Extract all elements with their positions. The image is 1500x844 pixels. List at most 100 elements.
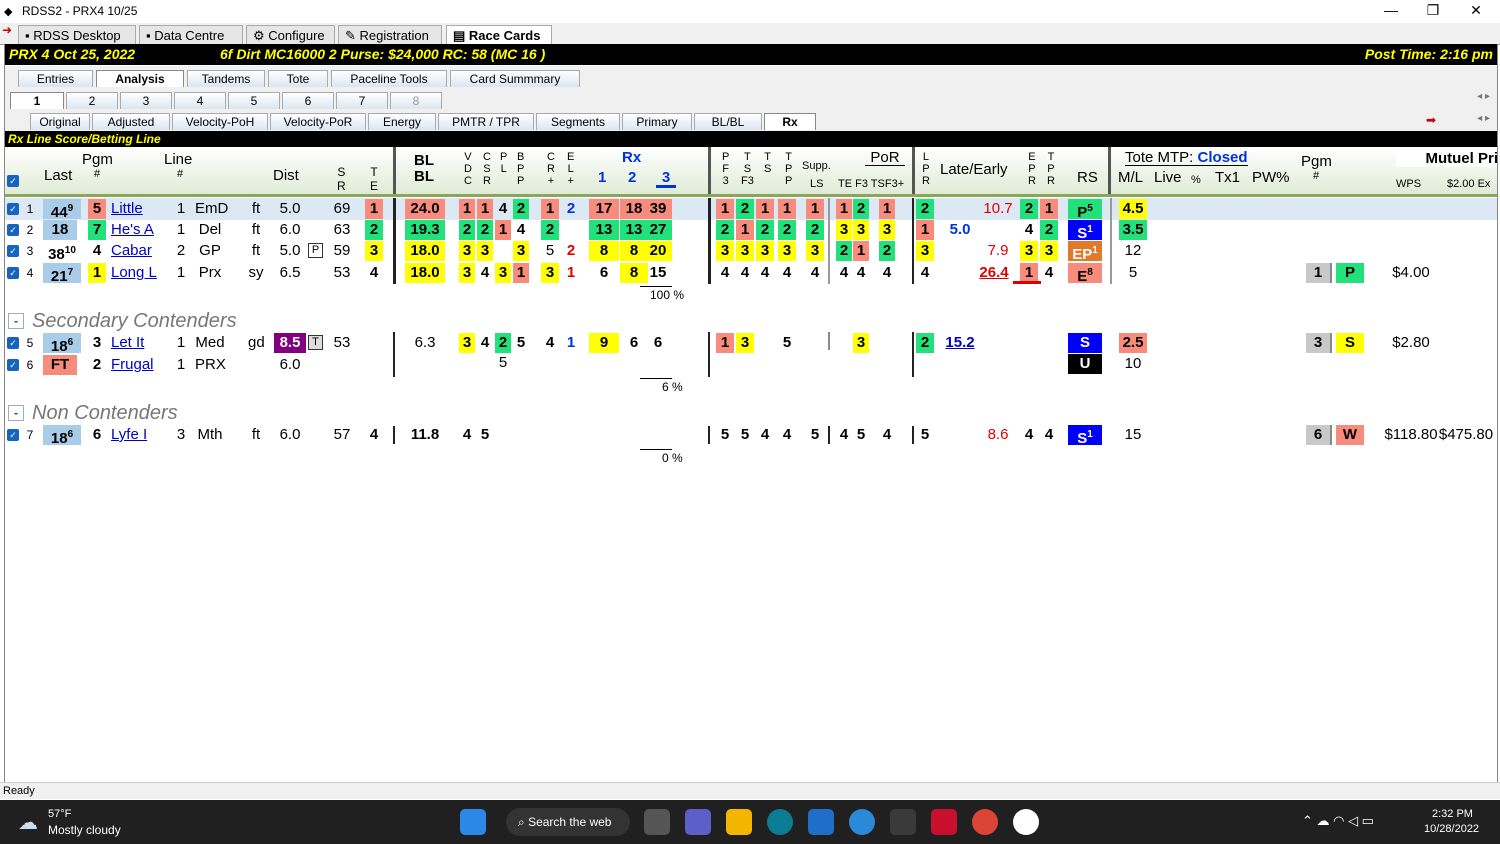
cell-finish-pos: 1	[1306, 263, 1330, 283]
tab-tandems[interactable]: Tandems	[187, 70, 265, 87]
back-arrow-icon[interactable]: ➜	[2, 23, 12, 37]
horse-name-link[interactable]: Cabar	[111, 241, 152, 261]
tab-entries[interactable]: Entries	[18, 70, 93, 87]
column-divider	[393, 426, 395, 444]
tab-data-centre[interactable]: ▪ Data Centre	[139, 25, 243, 45]
horse-name-link[interactable]: Long L	[111, 263, 157, 283]
horse-name-link[interactable]: Let It	[111, 333, 144, 353]
tab-tote[interactable]: Tote	[268, 70, 328, 87]
collapse-non-contenders-button[interactable]: -	[8, 405, 24, 421]
tab-race-1[interactable]: 1	[10, 92, 64, 109]
cell-ptsf: 3	[879, 220, 895, 240]
analysis-subtab-row: Original Adjusted Velocity-PoH Velocity-…	[4, 110, 1498, 131]
pct-line	[640, 449, 672, 450]
cell-tsf3: 1	[736, 220, 754, 240]
tab-segments[interactable]: Segments	[536, 113, 620, 130]
cell-tpp: 3	[778, 241, 796, 261]
hdr-por-sub: TE F3 TSF3+	[838, 178, 905, 190]
tab-original[interactable]: Original	[30, 113, 90, 130]
hdr-lpr: L P R	[922, 151, 930, 187]
search-box[interactable]: ⌕ Search the web	[506, 808, 630, 836]
horse-name-link[interactable]: Little	[111, 199, 143, 219]
app-tab-bar: ➜ ▪ RDSS Desktop ▪ Data Centre ⚙ Configu…	[0, 23, 1500, 46]
tab-pmtr-tpr[interactable]: PMTR / TPR	[438, 113, 534, 130]
minimize-button[interactable]: —	[1370, 0, 1412, 20]
row-checkbox[interactable]: ✓	[7, 429, 19, 441]
select-all-checkbox[interactable]: ✓	[7, 175, 19, 187]
file-explorer-icon[interactable]	[726, 809, 752, 835]
tab-rdss-desktop[interactable]: ▪ RDSS Desktop	[18, 25, 136, 45]
tab-race-5[interactable]: 5	[228, 92, 280, 109]
horse-name-link[interactable]: Frugal	[111, 355, 154, 375]
cell-rx3: 27	[644, 220, 672, 240]
row-checkbox[interactable]: ✓	[7, 224, 19, 236]
export-arrow-icon[interactable]: ➡	[1426, 113, 1436, 127]
help-icon[interactable]	[849, 809, 875, 835]
tab-adjusted[interactable]: Adjusted	[92, 113, 170, 130]
tray-icons[interactable]: ⌃ ☁ ◠ ◁ ▭	[1302, 813, 1374, 829]
hdr-pct: %	[1191, 174, 1201, 186]
collapse-secondary-button[interactable]: -	[8, 313, 24, 329]
hdr-last: Last	[44, 167, 73, 184]
cell-vdc: 4	[462, 426, 472, 443]
rs-superscript: 1	[1092, 245, 1098, 256]
tab-race-8[interactable]: 8	[390, 92, 442, 109]
cell-vdc: 1	[459, 199, 475, 219]
chat-icon[interactable]	[685, 809, 711, 835]
row-checkbox[interactable]: ✓	[7, 359, 19, 371]
column-divider	[1330, 263, 1332, 283]
tab-race-4[interactable]: 4	[174, 92, 226, 109]
cell-ts: 1	[756, 199, 774, 219]
cell-payout-ex: $475.80	[1438, 426, 1494, 443]
tab-configure[interactable]: ⚙ Configure	[246, 25, 335, 45]
cell-sr: 53	[333, 264, 351, 281]
section-non-contenders: Non Contenders	[32, 402, 178, 424]
rdss-app-icon[interactable]	[890, 809, 916, 835]
close-button[interactable]: ✕	[1455, 0, 1497, 20]
store-icon[interactable]	[808, 809, 834, 835]
hdr-line: Line	[164, 151, 193, 168]
edge-icon[interactable]	[767, 809, 793, 835]
tab-rx[interactable]: Rx	[764, 113, 816, 130]
tab-paceline-tools[interactable]: Paceline Tools	[331, 70, 447, 87]
horse-name-link[interactable]: Lyfe I	[111, 425, 147, 445]
cell-csr: 2	[477, 220, 493, 240]
tab-analysis[interactable]: Analysis	[96, 70, 184, 87]
tab-primary[interactable]: Primary	[622, 113, 692, 130]
row-checkbox[interactable]: ✓	[7, 245, 19, 257]
maximize-button[interactable]: ❐	[1412, 0, 1454, 20]
tab-blbl[interactable]: BL/BL	[694, 113, 762, 130]
task-view-icon[interactable]	[644, 809, 670, 835]
row-checkbox[interactable]: ✓	[7, 337, 19, 349]
tab-velocity-por[interactable]: Velocity-PoR	[270, 113, 366, 130]
cell-pf3b: 4	[856, 264, 866, 281]
cloud-icon[interactable]: ☁	[18, 810, 38, 835]
chrome-icon[interactable]	[972, 809, 998, 835]
cell-last: 186	[43, 425, 81, 447]
row-checkbox[interactable]: ✓	[7, 203, 19, 215]
scroll-arrows-icon[interactable]: ◂ ▸	[1477, 113, 1490, 124]
tab-race-cards[interactable]: ▤ Race Cards	[446, 25, 552, 46]
tab-card-summary[interactable]: Card Summmary	[450, 70, 580, 87]
mcafee-icon[interactable]	[931, 809, 957, 835]
cell-bl: 19.3	[405, 220, 445, 240]
app-icon[interactable]	[1013, 809, 1039, 835]
tab-race-3[interactable]: 3	[120, 92, 172, 109]
tab-race-2[interactable]: 2	[66, 92, 118, 109]
scroll-arrows-icon[interactable]: ◂ ▸	[1477, 91, 1490, 102]
window-title: RDSS2 - PRX4 10/25	[22, 4, 138, 18]
hdr-pgm-num: #	[94, 168, 101, 180]
row-checkbox[interactable]: ✓	[7, 267, 19, 279]
cell-tpp: 4	[782, 426, 792, 443]
cell-rs: EP1	[1068, 241, 1102, 263]
cell-pf3: 1	[716, 199, 734, 219]
tab-race-7[interactable]: 7	[336, 92, 388, 109]
tab-registration[interactable]: ✎ Registration	[338, 25, 442, 45]
start-icon[interactable]	[460, 809, 486, 835]
tab-energy[interactable]: Energy	[368, 113, 436, 130]
tab-race-6[interactable]: 6	[282, 92, 334, 109]
rs-superscript: 5	[1087, 203, 1093, 214]
tab-velocity-poh[interactable]: Velocity-PoH	[172, 113, 268, 130]
horse-name-link[interactable]: He's A	[111, 220, 154, 240]
cell-finish-letter: P	[1336, 263, 1364, 283]
